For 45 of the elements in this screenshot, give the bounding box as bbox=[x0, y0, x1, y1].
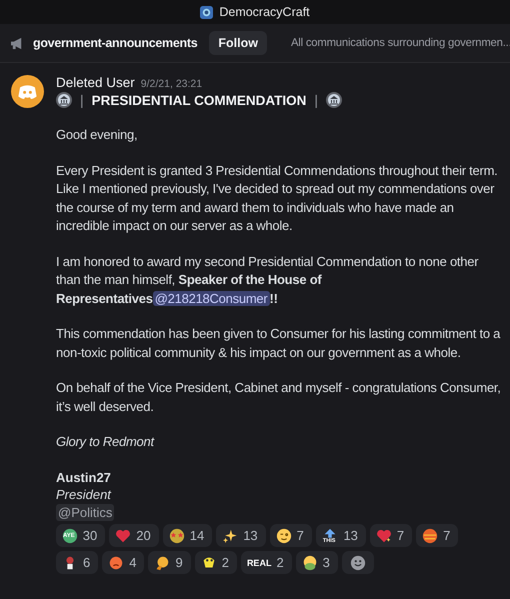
window-title: DemocracyCraft bbox=[219, 5, 310, 19]
reaction-count: 7 bbox=[443, 528, 450, 543]
reaction-count: 6 bbox=[83, 555, 90, 570]
reaction-count: 14 bbox=[190, 528, 204, 543]
announcement-title: PRESIDENTIAL COMMENDATION bbox=[92, 92, 306, 108]
role-mention[interactable]: @Politics bbox=[56, 504, 114, 521]
message-paragraph: Glory to Redmont bbox=[56, 433, 156, 451]
signature-role: President bbox=[56, 486, 111, 504]
reaction-count: 13 bbox=[243, 528, 258, 543]
timestamp: 9/2/21, 23:21 bbox=[140, 78, 202, 90]
reaction-button[interactable]: 3 bbox=[296, 551, 338, 574]
reaction-count: 7 bbox=[396, 528, 404, 543]
reaction-button[interactable]: 20 bbox=[109, 524, 159, 547]
user-mention[interactable]: @218218Consumer bbox=[152, 290, 270, 306]
reaction-button[interactable]: 6 bbox=[56, 551, 98, 574]
reaction-button[interactable]: 7 bbox=[416, 524, 458, 547]
message-paragraph: On behalf of the Vice President, Cabinet and myself - congratulations Consumer, it’s well deserved. bbox=[56, 379, 502, 416]
reaction-button[interactable]: 7 bbox=[370, 524, 412, 547]
reaction-count: 20 bbox=[136, 528, 151, 543]
reaction-count: 2 bbox=[222, 555, 229, 570]
message-paragraph: Good evening, bbox=[56, 126, 138, 144]
message-paragraph: I am honored to award my second Presidential Commendation to none other than the man himself, Speaker of the House of Representatives@218218Consumer!! bbox=[56, 252, 480, 308]
reaction-button[interactable]: 9 bbox=[148, 551, 191, 574]
reaction-button[interactable]: 13 bbox=[216, 524, 266, 547]
reaction-count: 9 bbox=[175, 555, 183, 570]
reaction-button[interactable]: 4 bbox=[102, 551, 144, 574]
signature-name: Austin27 bbox=[56, 468, 111, 486]
reaction-count: 4 bbox=[129, 555, 136, 570]
reaction-button[interactable]: 2 bbox=[194, 551, 237, 574]
reaction-count: 2 bbox=[276, 555, 284, 570]
reaction-button[interactable]: 7 bbox=[270, 524, 312, 547]
reaction-count: 3 bbox=[322, 555, 330, 570]
message-paragraph: Every President is granted 3 Presidential Commendations throughout their term. Like I mentioned previously, I've decided to spread out my commendations over the course of my term and award them to individuals who have made an incredible impact on our server as a whole. bbox=[56, 162, 499, 235]
author-name[interactable]: Deleted User bbox=[56, 75, 135, 90]
reaction-button[interactable]: REAL 2 bbox=[240, 551, 292, 574]
reaction-count: 13 bbox=[343, 528, 358, 543]
separator: | bbox=[314, 92, 318, 108]
reaction-button[interactable]: 14 bbox=[162, 524, 212, 547]
follow-button[interactable]: Follow bbox=[209, 31, 267, 55]
emoji-label: REAL bbox=[246, 558, 272, 568]
message-paragraph: This commendation has been given to Consumer for his lasting commitment to a non-toxic political community & his impact on our government as a whole. bbox=[56, 325, 502, 362]
separator: | bbox=[80, 92, 84, 108]
reaction-count: 7 bbox=[296, 528, 304, 543]
reaction-count: 30 bbox=[82, 528, 98, 543]
channel-name: government-announcements bbox=[33, 36, 198, 50]
